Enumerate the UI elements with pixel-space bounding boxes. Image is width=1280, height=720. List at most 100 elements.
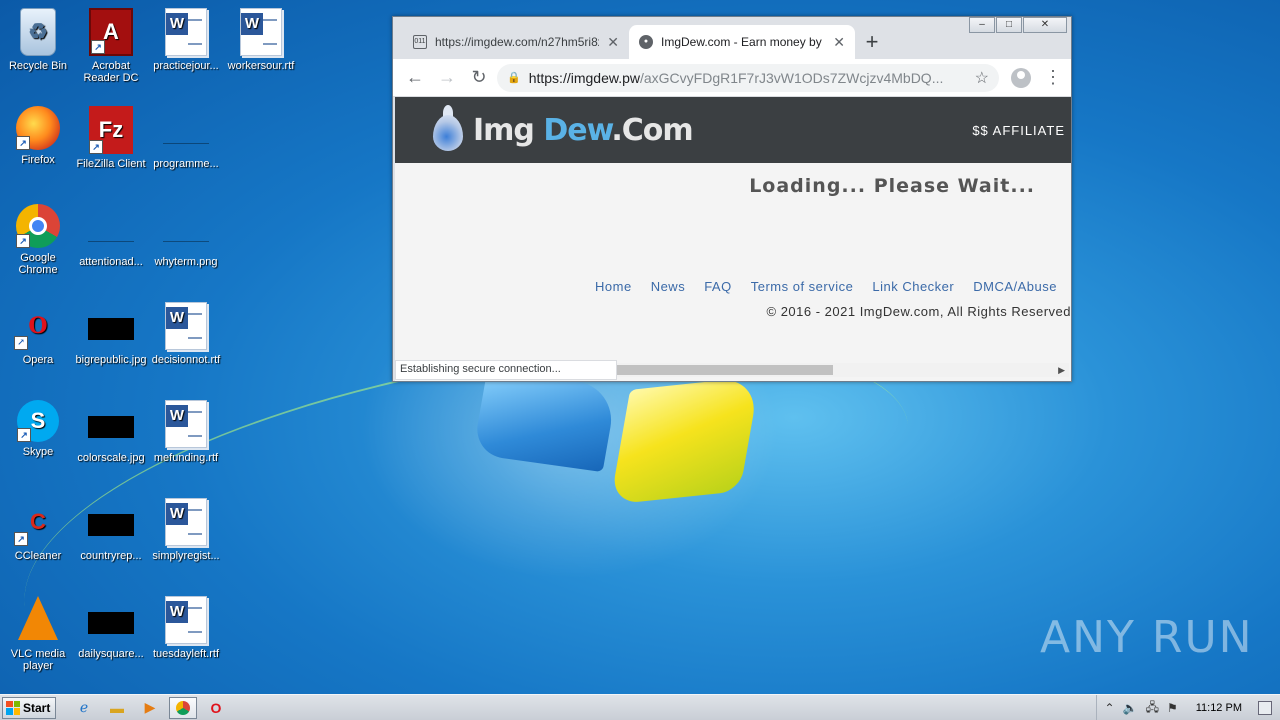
start-button[interactable]: Start [2, 696, 56, 719]
desktop-icon-label: tuesdayleft.rtf [152, 648, 220, 660]
desktop-icon-filezilla[interactable]: Fz ↗ FileZilla Client [73, 106, 149, 170]
desktop-icon-tuesdayleft[interactable]: W tuesdayleft.rtf [148, 596, 224, 660]
windows-flag-icon [6, 700, 20, 715]
desktop-icon-label: simplyregist... [152, 550, 220, 562]
desktop-icon-chrome[interactable]: ↗ Google Chrome [0, 204, 76, 276]
footer-link-faq[interactable]: FAQ [704, 279, 732, 294]
scrollbar-thumb[interactable] [617, 365, 833, 375]
desktop-icon-simplyregist[interactable]: W simplyregist... [148, 498, 224, 562]
footer-link-dmca[interactable]: DMCA/Abuse [973, 279, 1057, 294]
chrome-window: – □ ✕ 011 https://imgdew.com/n27hm5ri8x7… [392, 16, 1072, 382]
word-document-icon: W [240, 8, 282, 56]
desktop-icon-opera[interactable]: O ↗ Opera [0, 302, 76, 366]
new-tab-button[interactable]: + [855, 25, 889, 59]
footer-link-home[interactable]: Home [595, 279, 632, 294]
desktop-icon-acrobat[interactable]: A ↗ Acrobat Reader DC [73, 8, 149, 84]
desktop-icon-label: mefunding.rtf [153, 452, 219, 464]
logo-img: Img [473, 112, 544, 148]
tab-imgdew-com[interactable]: 011 https://imgdew.com/n27hm5ri8x7y/ ✕ [403, 25, 629, 59]
desktop-icon-skype[interactable]: S ↗ Skype [0, 400, 76, 458]
desktop-icon-label: Google Chrome [18, 252, 58, 276]
image-file-icon [88, 220, 134, 242]
desktop-icon-label: countryrep... [80, 550, 142, 562]
footer-nav: Home News FAQ Terms of service Link Chec… [595, 279, 1057, 294]
nav-affiliate-link[interactable]: $$ AFFILIATE [972, 123, 1065, 138]
action-center-flag-icon[interactable]: ⚑ [1167, 701, 1178, 715]
desktop-icon-attentionad[interactable]: attentionad... [73, 204, 149, 268]
status-bubble: Establishing secure connection... [395, 360, 617, 380]
image-file-icon [88, 514, 134, 536]
maximize-button[interactable]: □ [996, 17, 1022, 33]
scroll-right-icon[interactable]: ▶ [1058, 363, 1065, 377]
window-controls: – □ ✕ [969, 17, 1067, 33]
taskbar-clock[interactable]: 11:12 PM [1196, 702, 1242, 714]
folder-icon[interactable]: ▬ [103, 697, 131, 719]
recycle-bin-icon: ♻ [20, 8, 56, 56]
site-logo[interactable]: Img Dew.Com [473, 112, 694, 148]
footer-link-news[interactable]: News [651, 279, 686, 294]
desktop-icon-label: programme... [153, 158, 219, 170]
arrow-left-icon: ← [406, 67, 424, 87]
close-window-button[interactable]: ✕ [1023, 17, 1067, 33]
media-player-icon[interactable]: ▶ [136, 697, 164, 719]
menu-kebab-icon[interactable]: ⋮ [1043, 67, 1063, 88]
network-icon[interactable]: 🖧 [1146, 698, 1159, 719]
show-desktop-button[interactable] [1258, 701, 1272, 715]
browser-toolbar: ← → ↻ 🔒 https://imgdew.pw/axGCvyFDgR1F7r… [393, 59, 1071, 97]
chrome-taskbar-icon[interactable] [169, 696, 197, 719]
desktop-icon-countryrep[interactable]: countryrep... [73, 498, 149, 562]
anyrun-watermark: ANY RUN [1040, 612, 1254, 663]
desktop-icon-bigrepublic[interactable]: bigrepublic.jpg [73, 302, 149, 366]
show-hidden-icons-icon[interactable]: ⌃ [1105, 701, 1115, 715]
footer-link-terms[interactable]: Terms of service [751, 279, 854, 294]
desktop-icon-firefox[interactable]: ↗ Firefox [0, 106, 76, 166]
ccleaner-icon: C ↗ [14, 498, 62, 546]
desktop-icon-label: Skype [22, 446, 54, 458]
volume-icon[interactable]: 🔈 [1123, 701, 1138, 715]
firefox-icon: ↗ [16, 106, 60, 150]
skype-icon: S ↗ [17, 400, 59, 442]
desktop-icon-colorscale[interactable]: colorscale.jpg [73, 400, 149, 464]
desktop-icon-decisionnot[interactable]: W decisionnot.rtf [148, 302, 224, 366]
desktop-icon-ccleaner[interactable]: C ↗ CCleaner [0, 498, 76, 562]
bookmark-star-icon[interactable]: ☆ [975, 68, 989, 88]
lock-icon: 🔒 [507, 72, 521, 84]
globe-icon: ● [639, 35, 653, 49]
desktop-icon-label: Opera [22, 354, 54, 366]
tab-imgdew-earn-money[interactable]: ● ImgDew.com - Earn money by sharing ✕ [629, 25, 855, 59]
desktop-icon-label: CCleaner [14, 550, 62, 562]
desktop-icon-mefunding[interactable]: W mefunding.rtf [148, 400, 224, 464]
desktop-icon-label: Firefox [21, 154, 55, 166]
desktop-icon-programme[interactable]: programme... [148, 106, 224, 170]
close-tab-icon[interactable]: ✕ [833, 34, 845, 51]
back-button[interactable]: ← [401, 64, 429, 92]
opera-taskbar-icon[interactable]: O [202, 697, 230, 719]
word-document-icon: W [165, 596, 207, 644]
desktop-icon-whyterm[interactable]: whyterm.png [148, 204, 224, 268]
address-bar[interactable]: 🔒 https://imgdew.pw/axGCvyFDgR1F7rJ3vW1O… [497, 63, 999, 92]
desktop-icon-dailysquare[interactable]: dailysquare... [73, 596, 149, 660]
forward-button[interactable]: → [433, 64, 461, 92]
copyright-text: © 2016 - 2021 ImgDew.com, All Rights Res… [766, 304, 1071, 319]
taskbar: Start ℯ ▬ ▶ O ⌃ 🔈 🖧 ⚑ 11:12 PM [0, 694, 1280, 720]
internet-explorer-icon[interactable]: ℯ [70, 697, 98, 719]
desktop-icon-practicejour[interactable]: W practicejour... [148, 8, 224, 72]
desktop-icon-label: bigrepublic.jpg [75, 354, 147, 366]
minimize-button[interactable]: – [969, 17, 995, 33]
reload-button[interactable]: ↻ [465, 64, 493, 92]
desktop-icon-label: Recycle Bin [8, 60, 68, 72]
profile-avatar-icon[interactable] [1011, 67, 1031, 88]
desktop-icon-recycle-bin[interactable]: ♻ Recycle Bin [0, 8, 76, 72]
close-tab-icon[interactable]: ✕ [607, 34, 619, 51]
horizontal-scrollbar[interactable]: ▶ [617, 363, 1069, 377]
start-label: Start [23, 700, 51, 715]
desktop-icon-vlc[interactable]: VLC media player [0, 596, 76, 672]
footer-link-link-checker[interactable]: Link Checker [872, 279, 954, 294]
desktop-icon-label: Acrobat Reader DC [83, 60, 139, 84]
word-document-icon: W [165, 8, 207, 56]
image-file-icon [88, 318, 134, 340]
desktop-icon-workersour[interactable]: W workersour.rtf [223, 8, 299, 72]
shortcut-arrow-icon: ↗ [14, 336, 28, 350]
url-path: /axGCvyFDgR1F7rJ3vW1ODs7ZWcjzv4MbDQ... [639, 69, 944, 86]
tab-title: ImgDew.com - Earn money by sharing [661, 35, 825, 49]
